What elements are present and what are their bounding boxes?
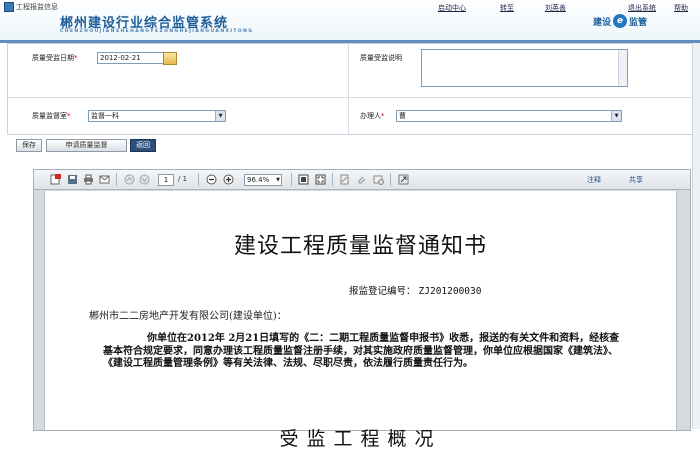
zoom-select[interactable]: 96.4% ▼ bbox=[244, 174, 282, 186]
back-button[interactable]: 返回 bbox=[130, 139, 156, 152]
brand-logo: 建设 e 监管 bbox=[593, 14, 647, 28]
chevron-down-icon[interactable]: ▼ bbox=[276, 175, 280, 185]
email-icon[interactable] bbox=[99, 174, 110, 185]
breadcrumb-label: 工程报监信息 bbox=[16, 3, 58, 11]
page-total: / 1 bbox=[178, 175, 188, 183]
pdf-toolbar: 1 / 1 96.4% ▼ 注释 共享 bbox=[34, 170, 690, 190]
handler-select-value: 曹 bbox=[399, 112, 406, 120]
handler-select[interactable]: 曹 ▼ bbox=[396, 110, 622, 122]
office-select-value: 监督一科 bbox=[91, 112, 119, 120]
registration-value: ZJ201200030 bbox=[418, 286, 482, 297]
chevron-down-icon[interactable]: ▼ bbox=[215, 111, 225, 121]
apply-supervision-button[interactable]: 申请质量监督 bbox=[46, 139, 127, 152]
sign-icon[interactable] bbox=[339, 174, 350, 185]
share-button[interactable]: 共享 bbox=[629, 175, 643, 185]
recipient-line: 郴州市二二房地产开发有限公司(建设单位)： bbox=[89, 311, 287, 322]
e-logo-icon: e bbox=[613, 14, 628, 28]
annotate-button[interactable]: 注释 bbox=[587, 175, 601, 185]
supervision-form: 质量受监日期* 2012-02-21 质量受监说明 质量监督室* 监督一科 ▼ … bbox=[7, 43, 693, 135]
nav-goto[interactable]: 转至 bbox=[500, 3, 514, 13]
nav-start-center[interactable]: 启动中心 bbox=[438, 3, 466, 13]
office-select[interactable]: 监督一科 ▼ bbox=[88, 110, 226, 122]
zoom-value: 96.4% bbox=[247, 176, 270, 184]
brand-left: 建设 bbox=[593, 17, 612, 28]
toolbar-separator bbox=[116, 173, 117, 186]
section-heading: 受监工程概况 bbox=[279, 428, 442, 450]
attach-icon[interactable] bbox=[356, 174, 367, 185]
previous-page-icon[interactable] bbox=[124, 174, 135, 185]
nav-logout[interactable]: 退出系统 bbox=[628, 3, 656, 13]
save-icon[interactable] bbox=[67, 174, 78, 185]
registration-number: 报监登记编号： ZJ201200030 bbox=[349, 283, 481, 297]
zoom-out-icon[interactable] bbox=[206, 174, 217, 185]
next-page-icon[interactable] bbox=[139, 174, 150, 185]
office-label: 质量监督室* bbox=[32, 112, 71, 120]
page-scrollbar[interactable] bbox=[692, 43, 700, 429]
textarea-scrollbar[interactable] bbox=[618, 50, 627, 86]
toolbar-separator bbox=[332, 173, 333, 186]
handler-label: 办理人* bbox=[360, 112, 385, 120]
print-icon[interactable] bbox=[83, 174, 94, 185]
date-label: 质量受监日期* bbox=[32, 54, 78, 62]
pdf-viewer: 1 / 1 96.4% ▼ 注释 共享 建设工程质量监督通知书 报监登记编号： … bbox=[33, 169, 691, 450]
document-title: 建设工程质量监督通知书 bbox=[233, 234, 487, 259]
zoom-in-icon[interactable] bbox=[223, 174, 234, 185]
pdf-page: 建设工程质量监督通知书 报监登记编号： ZJ201200030 郴州市二二房地产… bbox=[44, 191, 677, 450]
description-textarea[interactable] bbox=[421, 49, 628, 87]
registration-label: 报监登记编号： bbox=[349, 286, 416, 297]
form-column-divider bbox=[348, 44, 349, 134]
full-screen-icon[interactable] bbox=[315, 174, 326, 185]
chevron-down-icon[interactable]: ▼ bbox=[611, 111, 621, 121]
page-number-input[interactable]: 1 bbox=[158, 174, 174, 186]
description-label: 质量受监说明 bbox=[360, 54, 402, 62]
create-pdf-icon[interactable] bbox=[50, 174, 61, 185]
expand-icon[interactable] bbox=[398, 174, 409, 185]
toolbar-separator bbox=[291, 173, 292, 186]
app-header: 工程报监信息 郴州建设行业综合监管系统 CHENZHOUJIANSHEHANGY… bbox=[0, 0, 700, 40]
nav-help[interactable]: 帮助 bbox=[674, 3, 688, 13]
date-field[interactable]: 2012-02-21 bbox=[97, 52, 166, 64]
app-subtitle: CHENZHOUJIANSHEHANGYEZONGHEJIANGUANXITON… bbox=[60, 29, 254, 34]
fit-page-icon[interactable] bbox=[298, 174, 309, 185]
save-button[interactable]: 保存 bbox=[16, 139, 42, 152]
window-icon bbox=[4, 2, 14, 12]
review-icon[interactable] bbox=[373, 174, 384, 185]
toolbar-separator bbox=[198, 173, 199, 186]
nav-user[interactable]: 刘英善 bbox=[545, 3, 566, 13]
form-row-divider bbox=[8, 97, 692, 98]
notice-paragraph-text: 你单位在2012年 2月21日填写的《二：二期工程质量监督申报书》收悉，报送的有… bbox=[103, 333, 620, 370]
notice-paragraph: 你单位在2012年 2月21日填写的《二：二期工程质量监督申报书》收悉，报送的有… bbox=[103, 333, 623, 371]
toolbar-separator bbox=[390, 173, 391, 186]
calendar-icon[interactable] bbox=[163, 52, 177, 65]
brand-right: 监管 bbox=[629, 17, 648, 28]
breadcrumb: 工程报监信息 bbox=[4, 2, 58, 12]
